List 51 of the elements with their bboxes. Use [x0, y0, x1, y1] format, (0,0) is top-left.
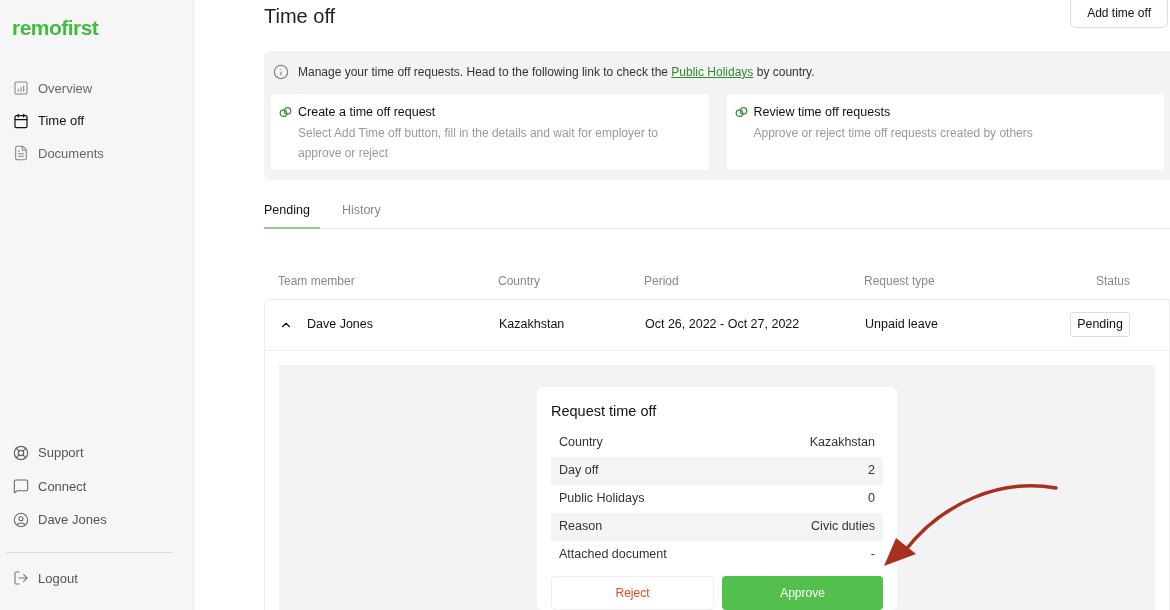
calendar-icon	[13, 112, 29, 129]
card-title: Create a time off request	[298, 104, 437, 121]
card-description: Approve or reject time off requests created by others	[753, 124, 1033, 142]
table-cell: Unpaid leave	[865, 317, 938, 332]
tab[interactable]: History	[341, 201, 381, 229]
column-header: Team member	[278, 273, 355, 288]
table-row[interactable]: Dave Jones Kazakhstan Oct 26, 2022 - Oct 27, 2022 Unpaid leave Pending	[264, 298, 1170, 351]
field-value: 0	[868, 490, 875, 508]
reject-button[interactable]: Reject	[551, 575, 714, 610]
field-value: Kazakhstan	[809, 434, 875, 452]
field-label: Reason	[559, 518, 603, 536]
chart-icon	[13, 80, 29, 97]
column-header: Country	[498, 273, 541, 288]
chat-icon	[13, 478, 29, 495]
field-label: Day off	[559, 462, 599, 480]
nav-item[interactable]: Documents	[6, 142, 187, 164]
table-cell: Kazakhstan	[499, 317, 565, 332]
field-label: Country	[559, 434, 603, 452]
table-cell: Oct 26, 2022 - Oct 27, 2022	[645, 317, 800, 332]
add-time-off-button[interactable]: Add time off	[1070, 0, 1168, 28]
logout-link[interactable]: Logout	[6, 568, 187, 588]
field-label: Attached document	[559, 546, 667, 564]
linked-circles-icon	[734, 106, 748, 118]
tab[interactable]: Pending	[264, 201, 320, 229]
card-description: Select Add Time off button, fill in the details and wait for employer to approve or reject	[298, 124, 659, 162]
field-value: Civic duties	[811, 518, 875, 536]
column-header: Status	[1095, 273, 1130, 288]
lifebuoy-icon	[13, 444, 29, 461]
table-cell-text: Dave Jones	[307, 316, 373, 334]
logo: remofirst	[12, 15, 99, 41]
info-icon	[273, 64, 289, 80]
field-value: -	[870, 546, 875, 564]
nav-item[interactable]: Support	[6, 443, 187, 463]
page-title: Time off	[264, 4, 336, 29]
nav-item[interactable]: Connect	[6, 476, 187, 496]
field-value: 2	[868, 462, 875, 480]
card-title: Review time off requests	[753, 104, 892, 121]
status-badge: Pending	[1070, 312, 1130, 338]
field-label: Public Holidays	[559, 490, 645, 508]
column-header: Request type	[864, 273, 935, 288]
nav-item[interactable]: Overview	[6, 77, 187, 99]
logout-icon	[13, 570, 29, 587]
public-holidays-link[interactable]: Public Holidays	[671, 65, 754, 79]
user-icon	[13, 511, 29, 528]
column-header: Period	[644, 273, 679, 288]
document-icon	[13, 145, 29, 162]
nav-item[interactable]: Dave Jones	[6, 510, 187, 530]
card-title: Request time off	[551, 401, 658, 421]
linked-circles-icon	[279, 106, 292, 118]
info-text: Manage your time off requests. Head to the following link to check the Public Holidays by country.	[298, 64, 815, 81]
nav-item[interactable]: Time off	[6, 110, 187, 132]
